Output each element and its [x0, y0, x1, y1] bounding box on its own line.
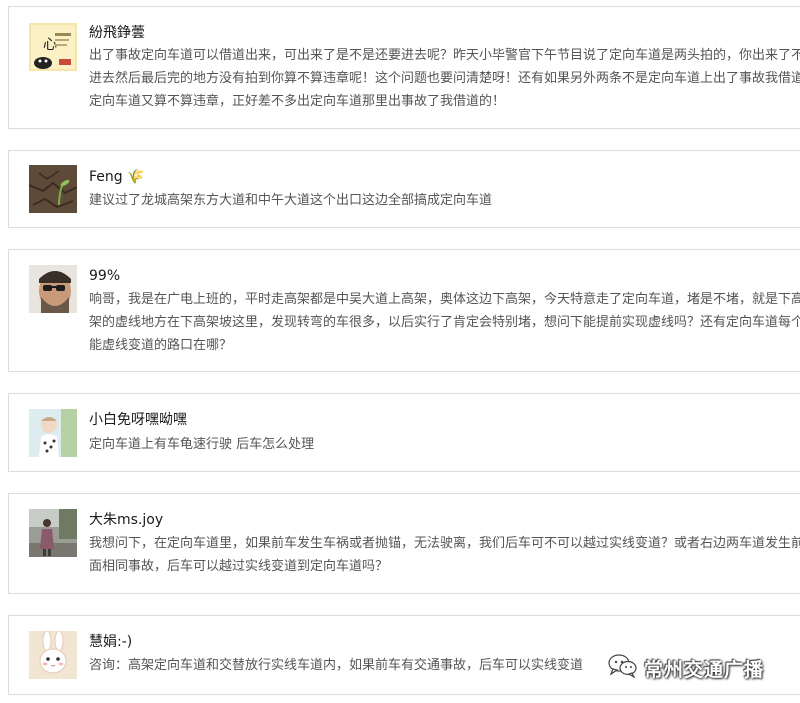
comments-page: 心 紛飛錚蕓 出了事故定向车道可以借道出来，可出来了是不是还要进去呢？昨天小毕警…: [0, 0, 800, 703]
comment-card: 心 紛飛錚蕓 出了事故定向车道可以借道出来，可出来了是不是还要进去呢？昨天小毕警…: [8, 6, 800, 129]
comment-card: 大朱ms.joy 我想问下，在定向车道里，如果前车发生车祸或者抛锚，无法驶离，我…: [8, 493, 800, 594]
watermark-text: 常州交通广播: [644, 658, 765, 681]
commenter-name: 大朱ms.joy: [89, 512, 164, 528]
wechat-icon: [608, 653, 638, 683]
commenter-name: 紛飛錚蕓: [89, 25, 145, 41]
avatar[interactable]: [29, 165, 77, 213]
comment-card: 小白免呀嘿呦嘿 定向车道上有车龟速行驶 后车怎么处理: [8, 393, 800, 472]
comment-text: 我想问下，在定向车道里，如果前车发生车祸或者抛锚，无法驶离，我们后车可不可以越过…: [89, 536, 800, 574]
comment-text: 定向车道上有车龟速行驶 后车怎么处理: [89, 437, 315, 452]
avatar[interactable]: [29, 265, 77, 313]
comment-text: 建议过了龙城高架东方大道和中午大道这个出口这边全部搞成定向车道: [89, 193, 493, 208]
commenter-name: Feng 🌾: [89, 167, 145, 187]
avatar[interactable]: [29, 409, 77, 457]
watermark: 常州交通广播: [608, 652, 764, 684]
comment-text: 响哥，我是在广电上班的，平时走高架都是中吴大道上高架，奥体这边下高架，今天特意走…: [89, 292, 800, 353]
avatar[interactable]: 心: [29, 23, 77, 71]
comment-text: 出了事故定向车道可以借道出来，可出来了是不是还要进去呢？昨天小毕警官下午节目说了…: [89, 48, 800, 109]
avatar[interactable]: [29, 509, 77, 557]
girl-street-avatar-image: [29, 509, 77, 557]
cartoon-book-avatar-image: 心: [29, 23, 77, 71]
commenter-name: 99%: [89, 268, 121, 284]
bunny-cartoon-avatar-image: [29, 631, 77, 679]
commenter-name-text: Feng: [89, 169, 123, 185]
baby-photo-avatar-image: [29, 409, 77, 457]
svg-text:心: 心: [43, 37, 57, 53]
commenter-name: 慧娟:-): [89, 634, 133, 650]
plant-soil-avatar-image: [29, 165, 77, 213]
commenter-name: 小白免呀嘿呦嘿: [89, 412, 187, 428]
man-sunglasses-avatar-image: [29, 265, 77, 313]
rice-emoji: 🌾: [127, 169, 145, 185]
comment-card: Feng 🌾 建议过了龙城高架东方大道和中午大道这个出口这边全部搞成定向车道: [8, 150, 800, 228]
avatar[interactable]: [29, 631, 77, 679]
comment-card: 99% 响哥，我是在广电上班的，平时走高架都是中吴大道上高架，奥体这边下高架，今…: [8, 249, 800, 372]
